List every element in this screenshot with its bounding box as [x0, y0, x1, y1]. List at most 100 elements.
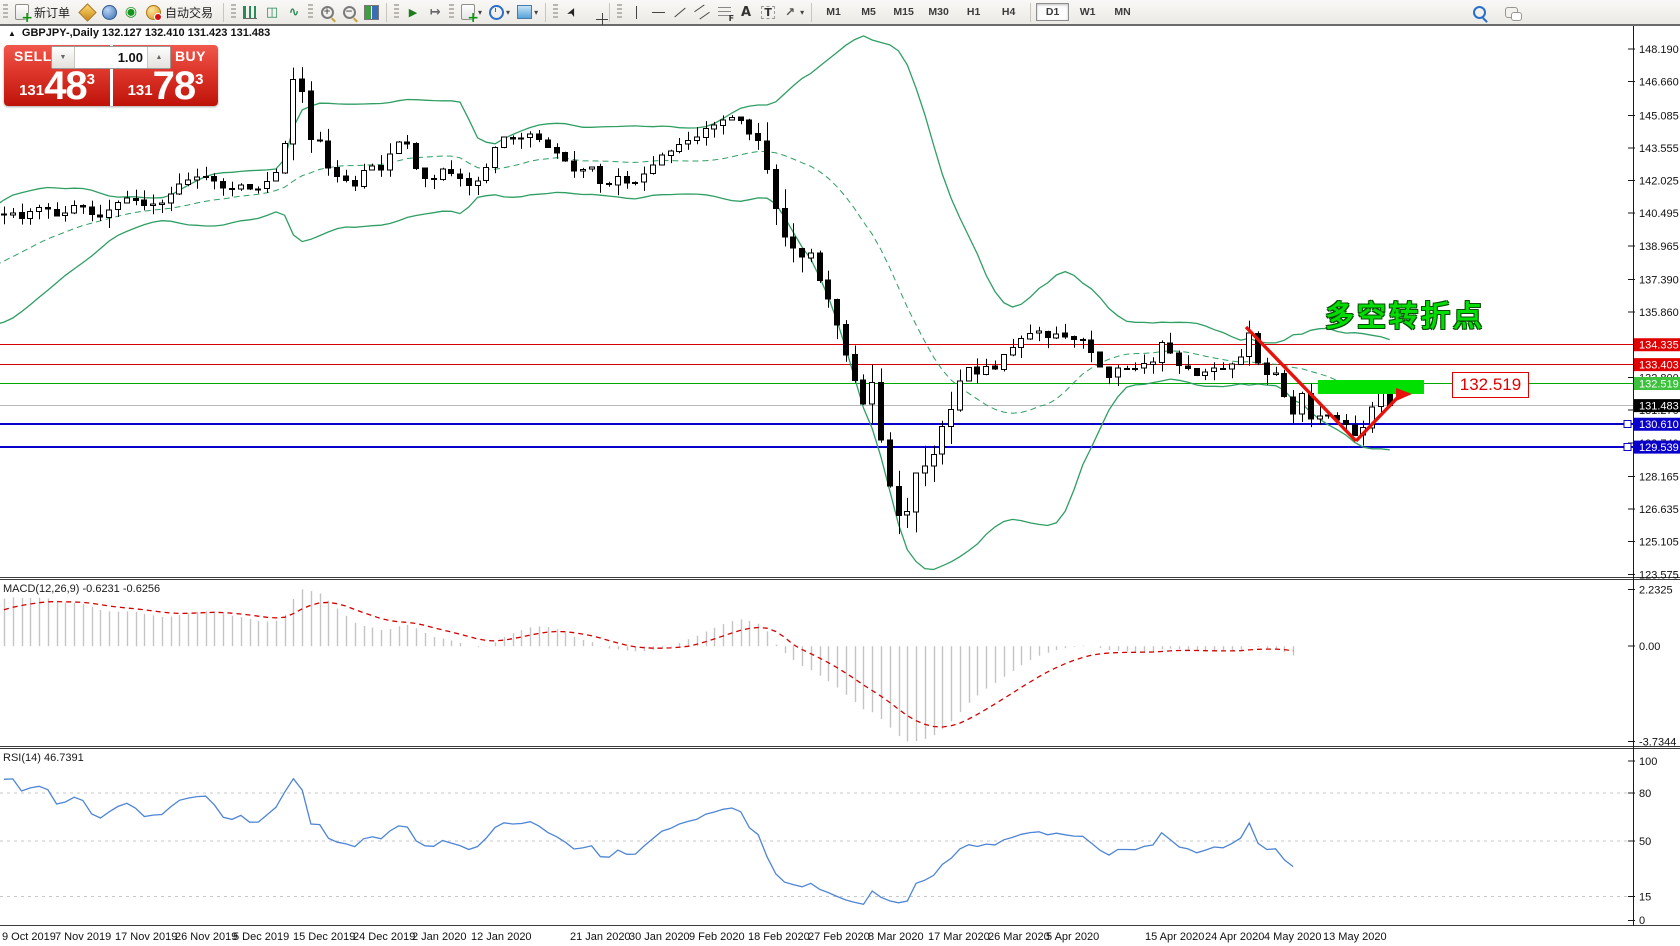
candlestick-button[interactable]: ◫: [261, 1, 283, 23]
axis-tick-label: 50: [1639, 836, 1651, 848]
timeframe-h4[interactable]: H4: [992, 3, 1025, 21]
history-button[interactable]: [76, 1, 98, 23]
templates-button[interactable]: ▾: [513, 1, 541, 23]
axis-tick-label: 9 Oct 2019: [2, 931, 56, 943]
timeframe-w1[interactable]: W1: [1071, 3, 1104, 21]
axis-tick-label: 9 Feb 2020: [689, 931, 745, 943]
horizontal-line-icon: [650, 4, 666, 20]
autotrading-button[interactable]: 自动交易: [142, 1, 219, 23]
signals-button[interactable]: ◉: [120, 1, 142, 23]
vertical-line-icon: [628, 4, 644, 20]
axis-tick-label: 30 Jan 2020: [629, 931, 690, 943]
timeframe-m15[interactable]: M15: [887, 3, 920, 21]
auto-scroll-button[interactable]: ▶: [402, 1, 424, 23]
toolbar-group-handle[interactable]: [449, 4, 454, 20]
timeframe-m5[interactable]: M5: [852, 3, 885, 21]
line-drag-handle[interactable]: [1624, 421, 1631, 428]
toolbar-separator: [811, 3, 812, 22]
toolbar-separator: [223, 3, 224, 22]
toolbar-group-handle[interactable]: [553, 4, 558, 20]
chevron-down-icon[interactable]: ▾: [800, 8, 804, 17]
indicators-button[interactable]: ▾: [457, 1, 485, 23]
toolbar-button-label: 自动交易: [165, 4, 213, 21]
chart-shift-icon: ↦: [427, 4, 443, 20]
turning-point-annotation[interactable]: 多空转折点: [1325, 302, 1485, 331]
buy-price: 131783: [113, 69, 218, 104]
accounts-button[interactable]: [98, 1, 120, 23]
chart-shift-button[interactable]: ↦: [424, 1, 446, 23]
toolbar-group: 新订单 ◉ 自动交易: [11, 0, 219, 24]
periods-button[interactable]: ▾: [485, 1, 513, 23]
chat-button[interactable]: [1500, 1, 1522, 23]
trendline-button[interactable]: [669, 1, 691, 23]
green-highlight-rectangle[interactable]: [1318, 380, 1424, 394]
axis-tick-label: 145.085: [1639, 110, 1679, 122]
timeframe-m30[interactable]: M30: [922, 3, 955, 21]
volume-increase-button[interactable]: ▲: [147, 47, 170, 68]
volume-decrease-button[interactable]: ▼: [52, 47, 75, 68]
accounts-icon: [101, 4, 117, 20]
indicators-icon: [460, 4, 476, 20]
line-chart-icon: ∿: [286, 4, 302, 20]
line-chart-button[interactable]: ∿: [283, 1, 305, 23]
toolbar-group: ▾ ▾ ▾: [457, 0, 541, 24]
chevron-down-icon[interactable]: ▾: [506, 8, 510, 17]
channel-button[interactable]: [691, 1, 713, 23]
horizontal-line-button[interactable]: [647, 1, 669, 23]
axis-tick-label: 8 Mar 2020: [868, 931, 924, 943]
axis-tick-label: 5 Apr 2020: [1046, 931, 1099, 943]
candlestick-icon: ◫: [264, 4, 280, 20]
chart-canvas[interactable]: 148.190146.660145.085143.555142.025140.4…: [0, 0, 1680, 946]
axis-tick-label: 143.555: [1639, 143, 1679, 155]
trendline-icon: [672, 4, 688, 20]
toolbar-group-handle[interactable]: [617, 4, 622, 20]
timeframe-mn[interactable]: MN: [1106, 3, 1139, 21]
axis-tick-label: 146.660: [1639, 77, 1679, 89]
zoom-out-button[interactable]: −: [338, 1, 360, 23]
toolbar-group-handle[interactable]: [394, 4, 399, 20]
toolbar-group: +−: [316, 0, 382, 24]
label-button[interactable]: T: [757, 1, 779, 23]
crosshair-button[interactable]: [583, 1, 605, 23]
new-order-button[interactable]: 新订单: [11, 1, 76, 23]
arrows-button[interactable]: ↗▾: [779, 1, 807, 23]
crosshair-icon: [586, 4, 602, 20]
auto-scroll-icon: ▶: [405, 4, 421, 20]
chevron-down-icon[interactable]: ▾: [534, 8, 538, 17]
timeframe-d1[interactable]: D1: [1036, 3, 1069, 21]
fibonacci-button[interactable]: [713, 1, 735, 23]
axis-tick-label: 27 Feb 2020: [808, 931, 870, 943]
price-tag-annotation[interactable]: 132.519: [1452, 372, 1529, 398]
toolbar-group-handle[interactable]: [231, 4, 236, 20]
toolbar-group: ◫∿: [239, 0, 305, 24]
bar-chart-button[interactable]: [239, 1, 261, 23]
history-icon: [79, 4, 95, 20]
axis-tick-label: 128.165: [1639, 471, 1679, 483]
toolbar-group-handle[interactable]: [3, 4, 8, 20]
toolbar-button-label: 新订单: [34, 4, 70, 21]
search-button[interactable]: [1468, 1, 1490, 23]
zoom-in-button[interactable]: +: [316, 1, 338, 23]
toolbar-group-handle[interactable]: [308, 4, 313, 20]
sell-price: 131483: [4, 69, 110, 104]
timeframe-h1[interactable]: H1: [957, 3, 990, 21]
volume-input[interactable]: [75, 47, 147, 68]
timeframe-bar: M1M5M15M30H1H4 D1W1MN: [816, 3, 1140, 22]
toolbar-group: AT↗▾: [625, 0, 807, 24]
tile-windows-icon: [363, 4, 379, 20]
text-button[interactable]: A: [735, 1, 757, 23]
collapse-triangle-icon[interactable]: ▲: [8, 29, 16, 38]
axis-tick-label: 26 Nov 2019: [175, 931, 237, 943]
timeframe-m1[interactable]: M1: [817, 3, 850, 21]
axis-tick-label: 24 Apr 2020: [1205, 931, 1264, 943]
chart-symbol-title: ▲ GBPJPY-,Daily 132.127 132.410 131.423 …: [8, 27, 270, 39]
axis-tick-label: 137.390: [1639, 275, 1679, 287]
zoom-in-icon: +: [319, 4, 335, 20]
arrows-icon: ↗: [782, 4, 798, 20]
label-icon: T: [760, 4, 776, 20]
axis-tick-label: 15: [1639, 892, 1651, 904]
cursor-button[interactable]: ➤: [561, 1, 583, 23]
line-drag-handle[interactable]: [1624, 444, 1631, 451]
vertical-line-button[interactable]: [625, 1, 647, 23]
tile-windows-button[interactable]: [360, 1, 382, 23]
